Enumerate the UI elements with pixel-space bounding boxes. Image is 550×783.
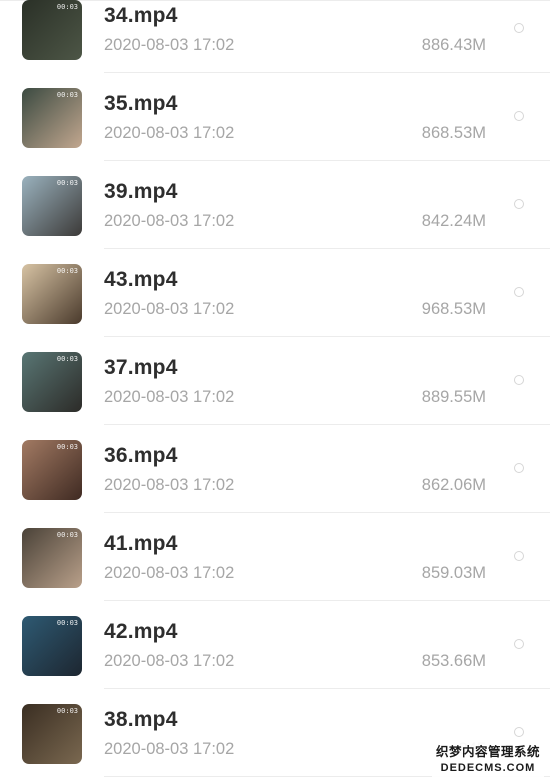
file-row[interactable]: 00:03 37.mp4 2020-08-03 17:02 889.55M	[0, 337, 550, 425]
file-size: 859.03M	[421, 564, 486, 582]
thumbnail-duration: 00:03	[56, 267, 78, 275]
thumbnail-duration: 00:03	[56, 3, 78, 11]
watermark-line-1: 织梦内容管理系统	[435, 745, 540, 759]
select-radio[interactable]	[514, 375, 524, 385]
file-size: 968.53M	[421, 300, 486, 318]
file-date: 2020-08-03 17:02	[104, 740, 235, 758]
select-radio[interactable]	[514, 23, 524, 33]
file-name: 35.mp4	[104, 92, 178, 115]
file-size: 886.43M	[421, 36, 486, 54]
file-row[interactable]: 00:03 36.mp4 2020-08-03 17:02 862.06M	[0, 425, 550, 513]
file-date: 2020-08-03 17:02	[104, 36, 235, 54]
file-name: 38.mp4	[104, 708, 178, 731]
file-name: 43.mp4	[104, 268, 178, 291]
select-radio[interactable]	[514, 111, 524, 121]
file-date: 2020-08-03 17:02	[104, 300, 235, 318]
select-radio[interactable]	[514, 199, 524, 209]
select-radio[interactable]	[514, 463, 524, 473]
file-list: 00:03 34.mp4 2020-08-03 17:02 886.43M 00:03 3…	[0, 0, 550, 777]
file-row[interactable]: 00:03 43.mp4 2020-08-03 17:02 968.53M	[0, 249, 550, 337]
file-size: 862.06M	[421, 476, 486, 494]
thumbnail-duration: 00:03	[56, 707, 78, 715]
watermark-logo: 织梦内容管理系统 DEDECMS.COM	[432, 737, 544, 777]
file-date: 2020-08-03 17:02	[104, 564, 235, 582]
file-name: 41.mp4	[104, 532, 178, 555]
video-thumbnail: 00:03	[22, 352, 82, 412]
file-name: 34.mp4	[104, 4, 178, 27]
file-name: 39.mp4	[104, 180, 178, 203]
video-thumbnail: 00:03	[22, 616, 82, 676]
file-row[interactable]: 00:03 39.mp4 2020-08-03 17:02 842.24M	[0, 161, 550, 249]
video-thumbnail: 00:03	[22, 264, 82, 324]
watermark-line-2: DEDECMS.COM	[440, 762, 536, 774]
file-date: 2020-08-03 17:02	[104, 652, 235, 670]
select-radio[interactable]	[514, 551, 524, 561]
select-radio[interactable]	[514, 639, 524, 649]
video-thumbnail: 00:03	[22, 0, 82, 60]
file-row[interactable]: 00:03 34.mp4 2020-08-03 17:02 886.43M	[0, 0, 550, 73]
thumbnail-duration: 00:03	[56, 179, 78, 187]
file-row[interactable]: 00:03 35.mp4 2020-08-03 17:02 868.53M	[0, 73, 550, 161]
select-radio[interactable]	[514, 727, 524, 737]
thumbnail-duration: 00:03	[56, 619, 78, 627]
thumbnail-duration: 00:03	[56, 443, 78, 451]
file-size: 889.55M	[421, 388, 486, 406]
file-date: 2020-08-03 17:02	[104, 212, 235, 230]
thumbnail-duration: 00:03	[56, 355, 78, 363]
select-radio[interactable]	[514, 287, 524, 297]
file-name: 42.mp4	[104, 620, 178, 643]
video-thumbnail: 00:03	[22, 704, 82, 764]
file-date: 2020-08-03 17:02	[104, 476, 235, 494]
thumbnail-duration: 00:03	[56, 91, 78, 99]
video-thumbnail: 00:03	[22, 528, 82, 588]
file-date: 2020-08-03 17:02	[104, 124, 235, 142]
thumbnail-duration: 00:03	[56, 531, 78, 539]
file-name: 36.mp4	[104, 444, 178, 467]
file-row[interactable]: 00:03 41.mp4 2020-08-03 17:02 859.03M	[0, 513, 550, 601]
file-size: 853.66M	[421, 652, 486, 670]
file-row[interactable]: 00:03 42.mp4 2020-08-03 17:02 853.66M	[0, 601, 550, 689]
video-thumbnail: 00:03	[22, 176, 82, 236]
file-date: 2020-08-03 17:02	[104, 388, 235, 406]
file-size: 868.53M	[421, 124, 486, 142]
file-size: 842.24M	[421, 212, 486, 230]
video-thumbnail: 00:03	[22, 88, 82, 148]
video-thumbnail: 00:03	[22, 440, 82, 500]
file-name: 37.mp4	[104, 356, 178, 379]
